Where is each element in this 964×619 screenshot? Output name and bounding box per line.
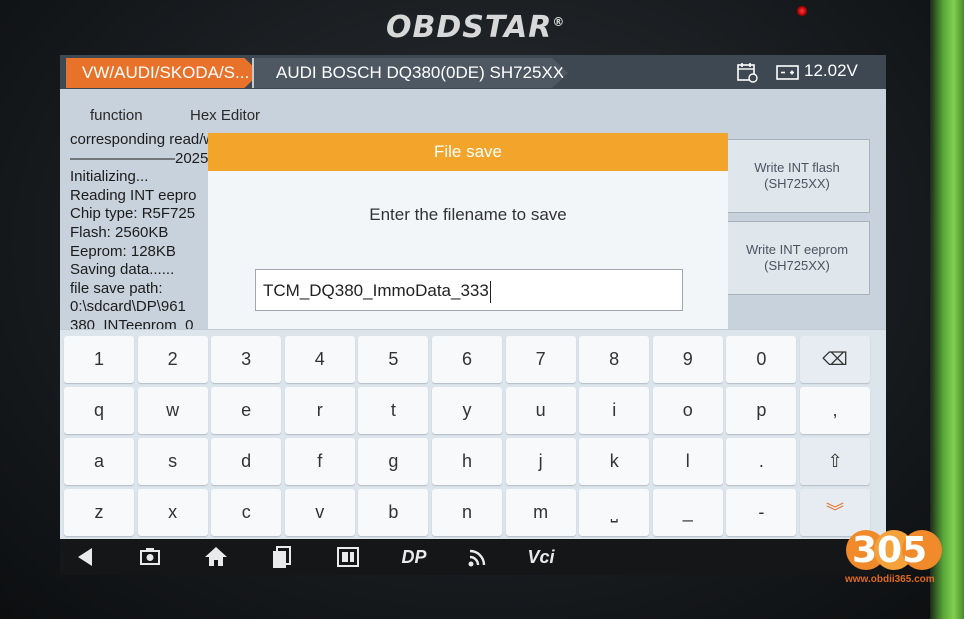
back-icon[interactable]	[72, 544, 100, 570]
calendar-icon[interactable]	[736, 61, 758, 83]
key-t[interactable]: t	[358, 387, 429, 434]
text-caret	[489, 280, 491, 303]
space-key[interactable]: ⎵	[579, 489, 650, 536]
key-i[interactable]: i	[579, 387, 650, 434]
top-bar: VW/AUDI/SKODA/S... AUDI BOSCH DQ380(0DE)…	[60, 55, 886, 89]
key-g[interactable]: g	[358, 438, 429, 485]
key-d[interactable]: d	[211, 438, 282, 485]
key-8[interactable]: 8	[579, 336, 650, 383]
key-m[interactable]: m	[505, 489, 576, 536]
key-r[interactable]: r	[284, 387, 355, 434]
watermark-logo-text: 305	[852, 530, 927, 571]
screen: VW/AUDI/SKODA/S... AUDI BOSCH DQ380(0DE)…	[60, 55, 886, 575]
key-n[interactable]: n	[432, 489, 502, 536]
key-k[interactable]: k	[579, 438, 650, 485]
key-p[interactable]: p	[726, 387, 797, 434]
key-b[interactable]: b	[358, 489, 429, 536]
key-z[interactable]: z	[64, 489, 134, 536]
key-h[interactable]: h	[432, 438, 502, 485]
write-int-eeprom-button[interactable]: Write INT eeprom (SH725XX)	[724, 221, 870, 295]
key-j[interactable]: j	[505, 438, 576, 485]
battery-icon	[776, 65, 799, 80]
key-2[interactable]: 2	[137, 336, 208, 383]
key-y[interactable]: y	[432, 387, 502, 434]
key-6[interactable]: 6	[432, 336, 502, 383]
key-0[interactable]: 0	[726, 336, 797, 383]
tab-bar: function Hex Editor	[66, 103, 666, 131]
key-o[interactable]: o	[652, 387, 723, 434]
device-bezel: OBDSTAR® VW/AUDI/SKODA/S... AUDI BOSCH D…	[0, 0, 964, 619]
home-icon[interactable]	[202, 544, 230, 570]
key-4[interactable]: 4	[284, 336, 355, 383]
file-save-dialog: File save Enter the filename to save TCM…	[208, 133, 728, 333]
breadcrumb-vehicle[interactable]: VW/AUDI/SKODA/S...	[66, 58, 260, 88]
underscore-key[interactable]: _	[652, 489, 723, 536]
key-f[interactable]: f	[284, 438, 355, 485]
power-led	[797, 6, 807, 16]
key-a[interactable]: a	[64, 438, 134, 485]
vehicle-icon[interactable]	[334, 544, 362, 570]
key-3[interactable]: 3	[211, 336, 282, 383]
recent-apps-icon[interactable]	[268, 544, 296, 570]
watermark-url: www.obdii365.com	[845, 574, 935, 585]
dp-icon[interactable]: DP	[396, 544, 432, 570]
filename-input-value: TCM_DQ380_ImmoData_333	[263, 281, 489, 300]
key-v[interactable]: v	[284, 489, 355, 536]
key-7[interactable]: 7	[505, 336, 576, 383]
write-int-flash-button[interactable]: Write INT flash (SH725XX)	[724, 139, 870, 213]
shift-key[interactable]: ⇧	[800, 438, 870, 485]
dialog-message: Enter the filename to save	[369, 205, 567, 224]
filename-input[interactable]: TCM_DQ380_ImmoData_333	[255, 269, 683, 311]
key-q[interactable]: q	[64, 387, 134, 434]
breadcrumb-module[interactable]: AUDI BOSCH DQ380(0DE) SH725XX	[252, 58, 568, 88]
key-s[interactable]: s	[137, 438, 208, 485]
tab-hex-editor[interactable]: Hex Editor	[190, 107, 260, 124]
key-1[interactable]: 1	[64, 336, 134, 383]
key-5[interactable]: 5	[358, 336, 429, 383]
period-key[interactable]: .	[726, 438, 797, 485]
key-c[interactable]: c	[211, 489, 282, 536]
screenshot-icon[interactable]	[136, 544, 164, 570]
write-int-eeprom-label: Write INT eeprom (SH725XX)	[745, 242, 849, 273]
key-w[interactable]: w	[137, 387, 208, 434]
key-9[interactable]: 9	[652, 336, 723, 383]
key-x[interactable]: x	[137, 489, 208, 536]
key-l[interactable]: l	[652, 438, 723, 485]
onscreen-keyboard: 1 2 3 4 5 6 7 8 9 0 ⌫ q w e r t y u i o p, a s d f g h j k l. ⇧ z x c v b n m…	[60, 329, 886, 539]
hyphen-key[interactable]: -	[726, 489, 797, 536]
key-e[interactable]: e	[211, 387, 282, 434]
vci-icon[interactable]: Vci	[524, 544, 558, 570]
comma-key[interactable]: ,	[800, 387, 870, 434]
voltage-readout: 12.02V	[804, 61, 858, 80]
wifi-icon[interactable]	[464, 544, 492, 570]
dialog-title: File save	[208, 133, 728, 171]
key-u[interactable]: u	[505, 387, 576, 434]
backspace-key[interactable]: ⌫	[800, 336, 870, 383]
write-int-flash-label: Write INT flash (SH725XX)	[754, 160, 840, 191]
navigation-bar: DP Vci	[60, 539, 886, 575]
brand-logo: OBDSTAR®	[386, 10, 566, 45]
tab-function[interactable]: function	[90, 107, 143, 124]
